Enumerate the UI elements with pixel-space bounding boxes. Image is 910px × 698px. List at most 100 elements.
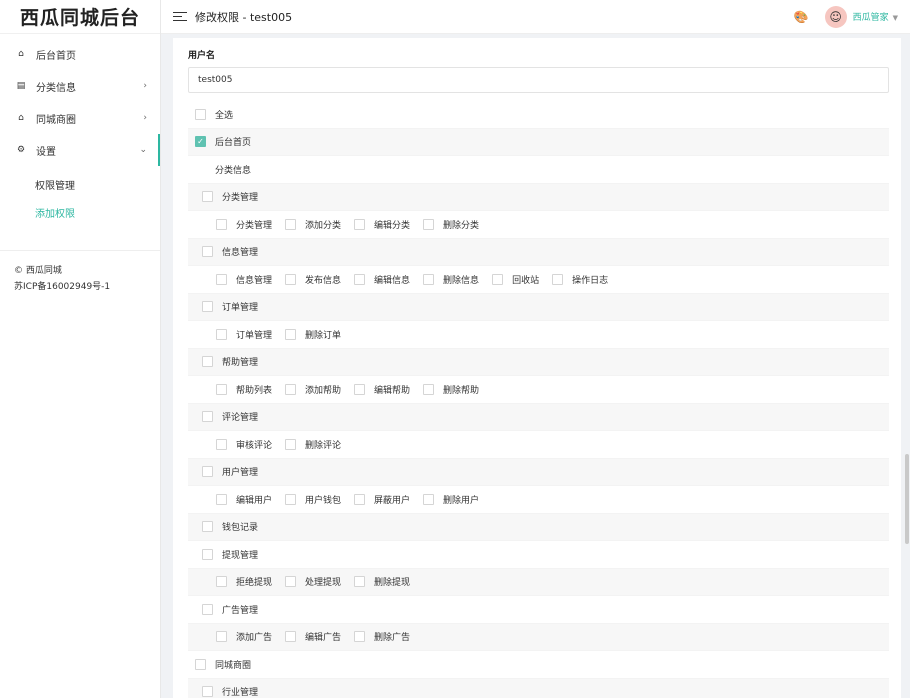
- submenu-item-permissions[interactable]: 权限管理: [0, 170, 160, 198]
- perm-checkbox[interactable]: 帮助列表: [216, 383, 272, 396]
- perm-label: 审核评论: [236, 440, 273, 451]
- checkbox-box: [216, 631, 227, 643]
- menu-toggle-icon[interactable]: [173, 9, 187, 24]
- perm-label: 分类管理: [236, 220, 273, 231]
- perm-checkbox[interactable]: 删除信息: [423, 273, 479, 286]
- perm-row: 广告管理: [188, 596, 889, 624]
- perm-checkbox[interactable]: 删除分类: [423, 218, 479, 231]
- perm-label: 订单管理: [236, 330, 273, 341]
- perm-label: 编辑广告: [305, 633, 342, 644]
- perm-checkbox[interactable]: 信息管理: [216, 273, 272, 286]
- perm-checkbox[interactable]: 添加帮助: [285, 383, 341, 396]
- perm-checkbox[interactable]: 删除广告: [354, 630, 410, 643]
- checkbox-box: [202, 686, 213, 698]
- perm-checkbox[interactable]: 删除帮助: [423, 383, 479, 396]
- perm-checkbox[interactable]: 用户钱包: [285, 493, 341, 506]
- sidebar-item-home[interactable]: ⌂ 后台首页: [0, 38, 160, 70]
- perm-checkbox[interactable]: 删除评论: [285, 438, 341, 451]
- perm-label: 删除评论: [305, 440, 342, 451]
- perm-label: 同城商圈: [215, 660, 252, 671]
- perm-label: 编辑用户: [236, 495, 273, 506]
- perm-checkbox[interactable]: 拒绝提现: [216, 575, 272, 588]
- perm-checkbox-shop[interactable]: 同城商圈: [195, 658, 251, 671]
- perm-checkbox[interactable]: 编辑分类: [354, 218, 410, 231]
- submenu-item-add-permission[interactable]: 添加权限: [0, 198, 160, 226]
- perm-checkbox[interactable]: 编辑广告: [285, 630, 341, 643]
- sidebar-item-shops[interactable]: ⌂ 同城商圈 ›: [0, 102, 160, 134]
- perm-checkbox-group[interactable]: 钱包记录: [202, 520, 258, 533]
- perm-label: 用户管理: [222, 468, 259, 479]
- perm-checkbox[interactable]: 审核评论: [216, 438, 272, 451]
- perm-checkbox-select-all[interactable]: 全选: [195, 108, 233, 121]
- app-root: 西瓜同城后台 ⌂ 后台首页 ▤ 分类信息 › ⌂ 同城商圈 › ⚙ 设置 ⌄ 权…: [0, 0, 910, 698]
- perm-checkbox-group[interactable]: 分类管理: [202, 190, 258, 203]
- perm-checkbox[interactable]: 操作日志: [552, 273, 608, 286]
- perm-label: 删除用户: [443, 495, 480, 506]
- settings-submenu: 权限管理 添加权限: [0, 166, 160, 234]
- header-right: 🎨 ☺ 西瓜管家 ▼: [794, 5, 898, 28]
- checkbox-box: [354, 383, 366, 395]
- perm-checkbox[interactable]: 屏蔽用户: [354, 493, 410, 506]
- perm-label: 编辑信息: [374, 275, 411, 286]
- perm-checkbox-group[interactable]: 用户管理: [202, 465, 258, 478]
- perm-row: ✓ 后台首页: [188, 128, 889, 156]
- scrollbar[interactable]: [904, 34, 910, 698]
- perm-label: 拒绝提现: [236, 578, 273, 589]
- perm-row: 评论管理: [188, 403, 889, 431]
- perm-checkbox[interactable]: 编辑用户: [216, 493, 272, 506]
- perm-checkbox-group[interactable]: 广告管理: [202, 603, 258, 616]
- perm-checkbox-group[interactable]: 提现管理: [202, 548, 258, 561]
- perm-checkbox-group[interactable]: 行业管理: [202, 685, 258, 698]
- sidebar-item-label: 同城商圈: [36, 114, 76, 126]
- checkbox-box: [202, 548, 213, 560]
- perm-checkbox[interactable]: 发布信息: [285, 273, 341, 286]
- perm-label: 用户钱包: [305, 495, 342, 506]
- checkbox-box: [195, 658, 206, 670]
- perm-label: 行业管理: [222, 688, 259, 698]
- perm-row: 分类管理: [188, 183, 889, 211]
- perm-checkbox[interactable]: 添加分类: [285, 218, 341, 231]
- perm-label: 添加分类: [305, 220, 342, 231]
- perm-row: 信息管理 发布信息 编辑信息 删除信息 回收站 操作日志: [188, 266, 889, 294]
- perm-checkbox[interactable]: 添加广告: [216, 630, 272, 643]
- checkbox-box: [202, 191, 213, 203]
- perm-checkbox[interactable]: 删除订单: [285, 328, 341, 341]
- checkbox-box: [285, 631, 297, 643]
- user-menu[interactable]: 西瓜管家 ▼: [853, 10, 898, 23]
- checkbox-box: [285, 273, 297, 285]
- checkbox-box: [285, 438, 297, 450]
- perm-checkbox[interactable]: 删除用户: [423, 493, 479, 506]
- perm-checkbox[interactable]: 编辑帮助: [354, 383, 410, 396]
- sidebar-item-settings[interactable]: ⚙ 设置 ⌄: [0, 134, 160, 166]
- perm-label: 全选: [215, 110, 234, 121]
- avatar[interactable]: ☺: [824, 5, 847, 28]
- sidebar-item-label: 后台首页: [36, 50, 76, 62]
- checkbox-box: [202, 246, 213, 258]
- perm-checkbox[interactable]: 编辑信息: [354, 273, 410, 286]
- checkbox-box: [216, 218, 227, 230]
- perm-label: 评论管理: [222, 413, 259, 424]
- sidebar: 西瓜同城后台 ⌂ 后台首页 ▤ 分类信息 › ⌂ 同城商圈 › ⚙ 设置 ⌄ 权…: [0, 0, 161, 698]
- perm-checkbox-group[interactable]: 信息管理: [202, 245, 258, 258]
- perm-row: 编辑用户 用户钱包 屏蔽用户 删除用户: [188, 486, 889, 514]
- sidebar-item-classify[interactable]: ▤ 分类信息 ›: [0, 70, 160, 102]
- perm-checkbox[interactable]: 分类管理: [216, 218, 272, 231]
- checkbox-box: [423, 493, 435, 505]
- perm-label: 删除订单: [305, 330, 342, 341]
- username-input[interactable]: [188, 67, 889, 93]
- scrollbar-thumb[interactable]: [905, 454, 909, 544]
- checkbox-box: [202, 301, 213, 313]
- checkbox-box: [216, 438, 227, 450]
- checkbox-box: [202, 411, 213, 423]
- perm-row: 帮助管理: [188, 348, 889, 376]
- perm-checkbox[interactable]: 回收站: [492, 273, 539, 286]
- perm-checkbox-group[interactable]: 评论管理: [202, 410, 258, 423]
- perm-checkbox[interactable]: 处理提现: [285, 575, 341, 588]
- perm-checkbox-home[interactable]: ✓ 后台首页: [195, 135, 251, 148]
- perm-checkbox-group[interactable]: 帮助管理: [202, 355, 258, 368]
- checkbox-box: [423, 218, 435, 230]
- palette-icon[interactable]: 🎨: [794, 10, 809, 24]
- perm-checkbox[interactable]: 订单管理: [216, 328, 272, 341]
- perm-checkbox[interactable]: 删除提现: [354, 575, 410, 588]
- perm-checkbox-group[interactable]: 订单管理: [202, 300, 258, 313]
